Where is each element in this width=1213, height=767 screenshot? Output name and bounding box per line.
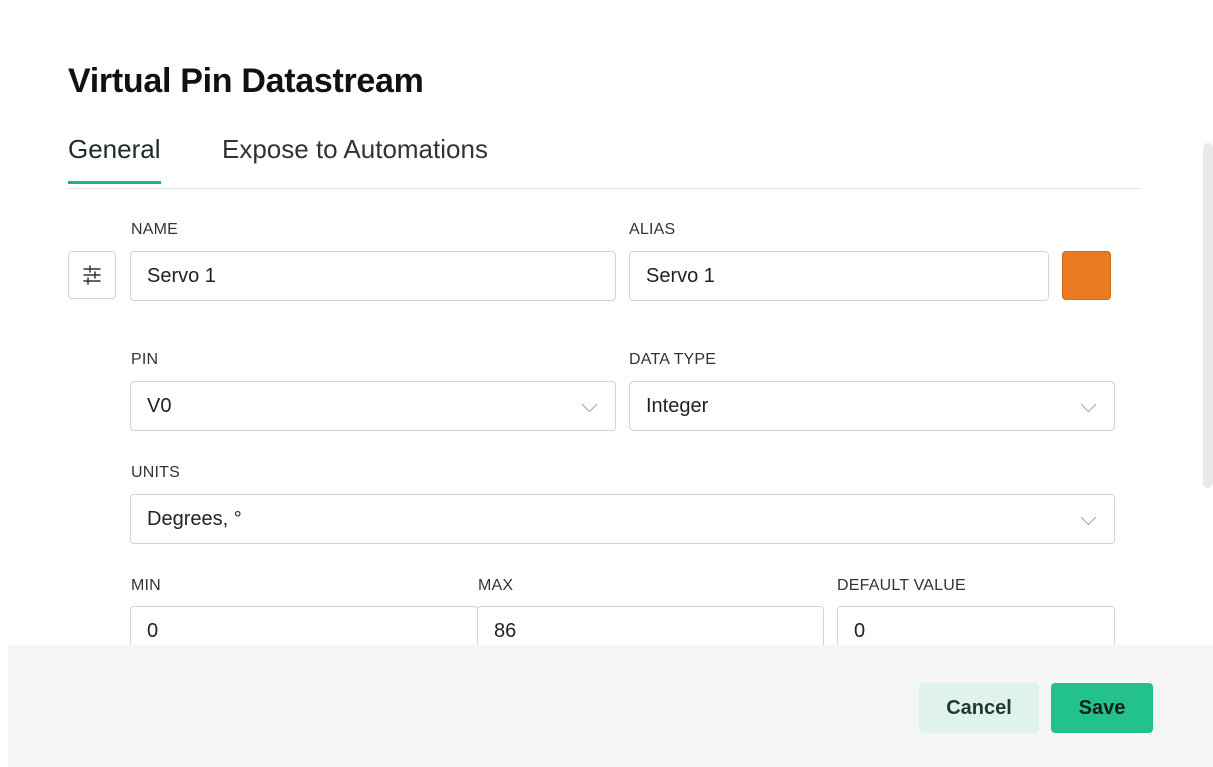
alias-input-value: Servo 1: [646, 265, 715, 287]
alias-label: ALIAS: [629, 221, 676, 238]
scrollbar[interactable]: [1203, 143, 1213, 488]
data-type-select-value: Integer: [646, 395, 709, 417]
dialog-footer: Cancel Save: [8, 645, 1213, 767]
tab-general[interactable]: General: [68, 134, 161, 184]
pin-label: PIN: [131, 351, 159, 368]
units-label: UNITS: [131, 464, 180, 481]
default-value-label: DEFAULT VALUE: [837, 577, 966, 594]
datastream-settings-button[interactable]: [68, 251, 116, 299]
cancel-button[interactable]: Cancel: [919, 683, 1039, 733]
name-input[interactable]: Servo 1: [130, 251, 616, 301]
max-label: MAX: [478, 577, 514, 594]
save-button[interactable]: Save: [1051, 683, 1153, 733]
chevron-down-icon: [1080, 509, 1097, 526]
pin-select[interactable]: V0: [130, 381, 616, 431]
data-type-select[interactable]: Integer: [629, 381, 1115, 431]
data-type-label: DATA TYPE: [629, 351, 717, 368]
pin-select-value: V0: [147, 395, 172, 417]
name-input-value: Servo 1: [147, 265, 216, 287]
datastream-dialog: Virtual Pin Datastream General Expose to…: [0, 0, 1213, 767]
tab-bar: General Expose to Automations: [68, 134, 1142, 189]
chevron-down-icon: [1080, 396, 1097, 413]
alias-input[interactable]: Servo 1: [629, 251, 1049, 301]
tab-expose-to-automations[interactable]: Expose to Automations: [222, 134, 488, 183]
sliders-icon: [83, 265, 101, 285]
units-select[interactable]: Degrees, °: [130, 494, 1115, 544]
units-select-value: Degrees, °: [147, 508, 242, 530]
min-label: MIN: [131, 577, 161, 594]
name-label: NAME: [131, 221, 179, 238]
chevron-down-icon: [581, 396, 598, 413]
dialog-title: Virtual Pin Datastream: [68, 62, 424, 100]
color-picker-swatch[interactable]: [1062, 251, 1111, 300]
